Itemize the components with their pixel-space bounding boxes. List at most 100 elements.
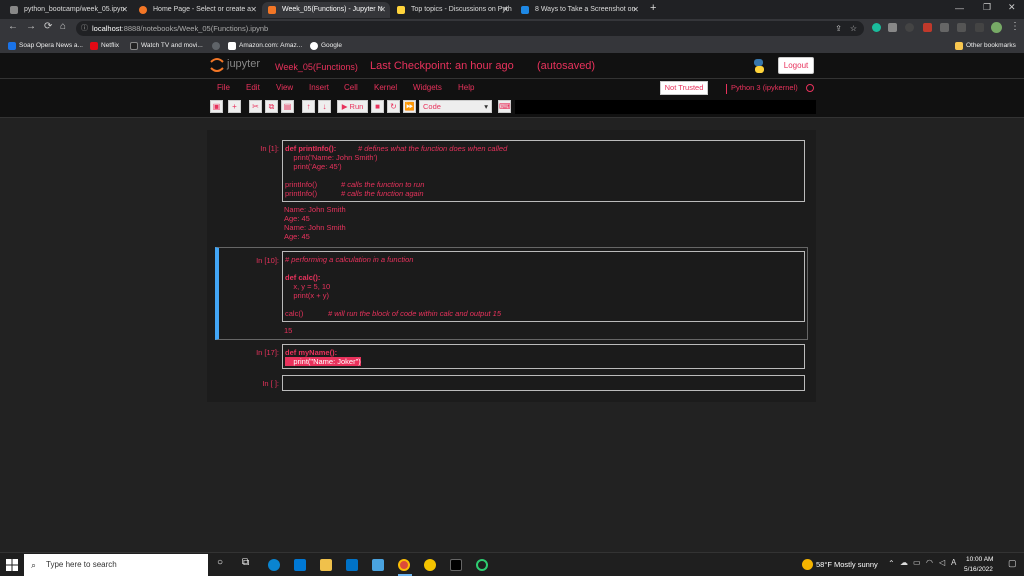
bookmark-item[interactable]: Soap Opera News a... (8, 38, 83, 53)
code-cell-input[interactable]: # performing a calculation in a function… (282, 251, 805, 322)
mail-icon[interactable] (346, 559, 358, 571)
grammarly-icon[interactable] (872, 23, 881, 32)
close-icon[interactable]: ✕ (632, 2, 639, 18)
maximize-button[interactable]: ❐ (983, 2, 991, 13)
paste-icon[interactable]: ▤ (281, 100, 294, 113)
run-button[interactable]: ▶ Run (337, 100, 368, 113)
menu-kernel[interactable]: Kernel (374, 79, 397, 97)
code-cell-input[interactable]: def printInfo(): # defines what the func… (282, 140, 805, 202)
menu-edit[interactable]: Edit (246, 79, 260, 97)
cell-type-select[interactable]: Code ▾ (419, 100, 492, 113)
other-bookmarks[interactable]: Other bookmarks (955, 38, 1016, 53)
kebab-menu-icon[interactable]: ⋮ (1010, 21, 1020, 32)
share-icon[interactable]: ⇪ (835, 21, 842, 36)
add-cell-icon[interactable]: + (228, 100, 241, 113)
code-line-highlighted: print("Name: Joker") (285, 357, 361, 366)
photos-icon[interactable] (372, 559, 384, 571)
jupyter-logo-icon[interactable] (209, 57, 225, 73)
close-icon[interactable]: ✕ (502, 2, 509, 18)
move-up-icon[interactable]: ↑ (302, 100, 315, 113)
wifi-icon[interactable]: ◠ (926, 558, 933, 567)
bookmark-item[interactable]: Google (310, 38, 342, 53)
edge-icon[interactable] (268, 559, 280, 571)
reload-icon[interactable]: ⟳ (44, 21, 52, 32)
taskbar-search-input[interactable]: ⌕ Type here to search (24, 554, 208, 576)
save-icon[interactable]: ▣ (210, 100, 223, 113)
extension-icon[interactable] (923, 23, 932, 32)
copy-icon[interactable]: ⧉ (265, 100, 278, 113)
browser-tab-active[interactable]: Week_05(Functions) - Jupyter N ✕ (262, 2, 390, 18)
close-icon[interactable]: ✕ (379, 2, 386, 18)
chrome-icon[interactable] (398, 559, 410, 571)
chevron-up-icon[interactable]: ⌃ (888, 559, 895, 568)
browser-tab[interactable]: Home Page - Select or create a ✕ (133, 2, 261, 18)
language-icon[interactable]: A (951, 558, 956, 567)
github-icon[interactable] (905, 23, 914, 32)
menu-view[interactable]: View (276, 79, 293, 97)
bookmark-item[interactable]: Amazon.com: Amaz... (228, 38, 302, 53)
close-icon[interactable]: ✕ (121, 2, 128, 18)
kernel-name[interactable]: Python 3 (ipykernel) (731, 79, 798, 97)
info-icon[interactable]: ⓘ (81, 21, 88, 36)
menu-file[interactable]: File (217, 79, 230, 97)
sidebar-icon[interactable] (975, 23, 984, 32)
windows-start-icon[interactable] (6, 559, 18, 571)
menu-help[interactable]: Help (458, 79, 474, 97)
battery-icon[interactable]: ▭ (913, 558, 921, 567)
store-icon[interactable] (294, 559, 306, 571)
file-explorer-icon[interactable] (320, 559, 332, 571)
media-icon[interactable] (957, 23, 966, 32)
close-icon[interactable]: ✕ (250, 2, 257, 18)
code-cell-input[interactable]: def myName(): print("Name: Joker") (282, 344, 805, 369)
new-tab-button[interactable]: + (650, 2, 656, 14)
weather-icon[interactable] (802, 559, 813, 570)
extension-icon[interactable] (888, 23, 897, 32)
bookmark-item[interactable]: Netflix (90, 38, 119, 53)
restart-icon[interactable]: ↻ (387, 100, 400, 113)
terminal-icon[interactable] (450, 559, 462, 571)
menu-insert[interactable]: Insert (309, 79, 329, 97)
volume-icon[interactable]: ◁ (939, 558, 945, 567)
jupyter-menubar: File Edit View Insert Cell Kernel Widget… (0, 79, 1024, 97)
onedrive-icon[interactable]: ☁ (900, 558, 908, 567)
norton-icon[interactable] (424, 559, 436, 571)
code-comment: # will run the block of code within calc… (328, 309, 502, 318)
stop-icon[interactable]: ■ (371, 100, 384, 113)
browser-tab[interactable]: python_bootcamp/week_05.ipyn ✕ (4, 2, 132, 18)
clock-date[interactable]: 5/16/2022 (964, 566, 993, 573)
code-comment: # defines what the function does when ca… (358, 144, 508, 153)
logout-button[interactable]: Logout (778, 57, 814, 74)
chevron-down-icon: ▾ (484, 102, 488, 111)
bookmark-item[interactable]: Watch TV and movi... (130, 38, 203, 53)
empty-code-cell-input[interactable] (282, 375, 805, 391)
avatar[interactable] (991, 22, 1002, 33)
menu-widgets[interactable]: Widgets (413, 79, 442, 97)
app-icon[interactable] (476, 559, 488, 571)
notifications-icon[interactable]: ▢ (1008, 558, 1017, 569)
jupyter-header: jupyter Week_05(Functions) Last Checkpoi… (0, 53, 1024, 79)
browser-tab[interactable]: Top topics - Discussions on Pyth ✕ (391, 2, 513, 18)
weather-text[interactable]: 58°F Mostly sunny (816, 560, 878, 569)
move-down-icon[interactable]: ↓ (318, 100, 331, 113)
back-icon[interactable]: ← (8, 21, 18, 32)
address-input[interactable]: ⓘ localhost:8888/notebooks/Week_05(Funct… (76, 21, 864, 36)
fast-forward-icon[interactable]: ⏩ (403, 100, 416, 113)
not-trusted-button[interactable]: Not Trusted (660, 81, 708, 95)
jupyter-icon (268, 6, 276, 14)
clock-time[interactable]: 10:00 AM (966, 556, 993, 563)
puzzle-icon[interactable] (940, 23, 949, 32)
notebook-name[interactable]: Week_05(Functions) (275, 62, 358, 72)
minimize-button[interactable]: — (955, 3, 964, 13)
menu-cell[interactable]: Cell (344, 79, 358, 97)
task-view-icon[interactable]: ⧉ (242, 557, 249, 568)
code-line: print('Name: John Smith') (285, 153, 378, 162)
home-icon[interactable]: ⌂ (60, 21, 66, 32)
star-icon[interactable]: ☆ (850, 21, 857, 36)
forward-icon[interactable]: → (26, 21, 36, 32)
keyboard-icon[interactable]: ⌨ (498, 100, 511, 113)
cut-icon[interactable]: ✂ (249, 100, 262, 113)
bookmark-item[interactable] (212, 38, 223, 53)
close-window-button[interactable]: ✕ (1008, 2, 1016, 13)
browser-tab[interactable]: 8 Ways to Take a Screenshot on ✕ (515, 2, 643, 18)
cortana-icon[interactable]: ○ (217, 557, 223, 568)
